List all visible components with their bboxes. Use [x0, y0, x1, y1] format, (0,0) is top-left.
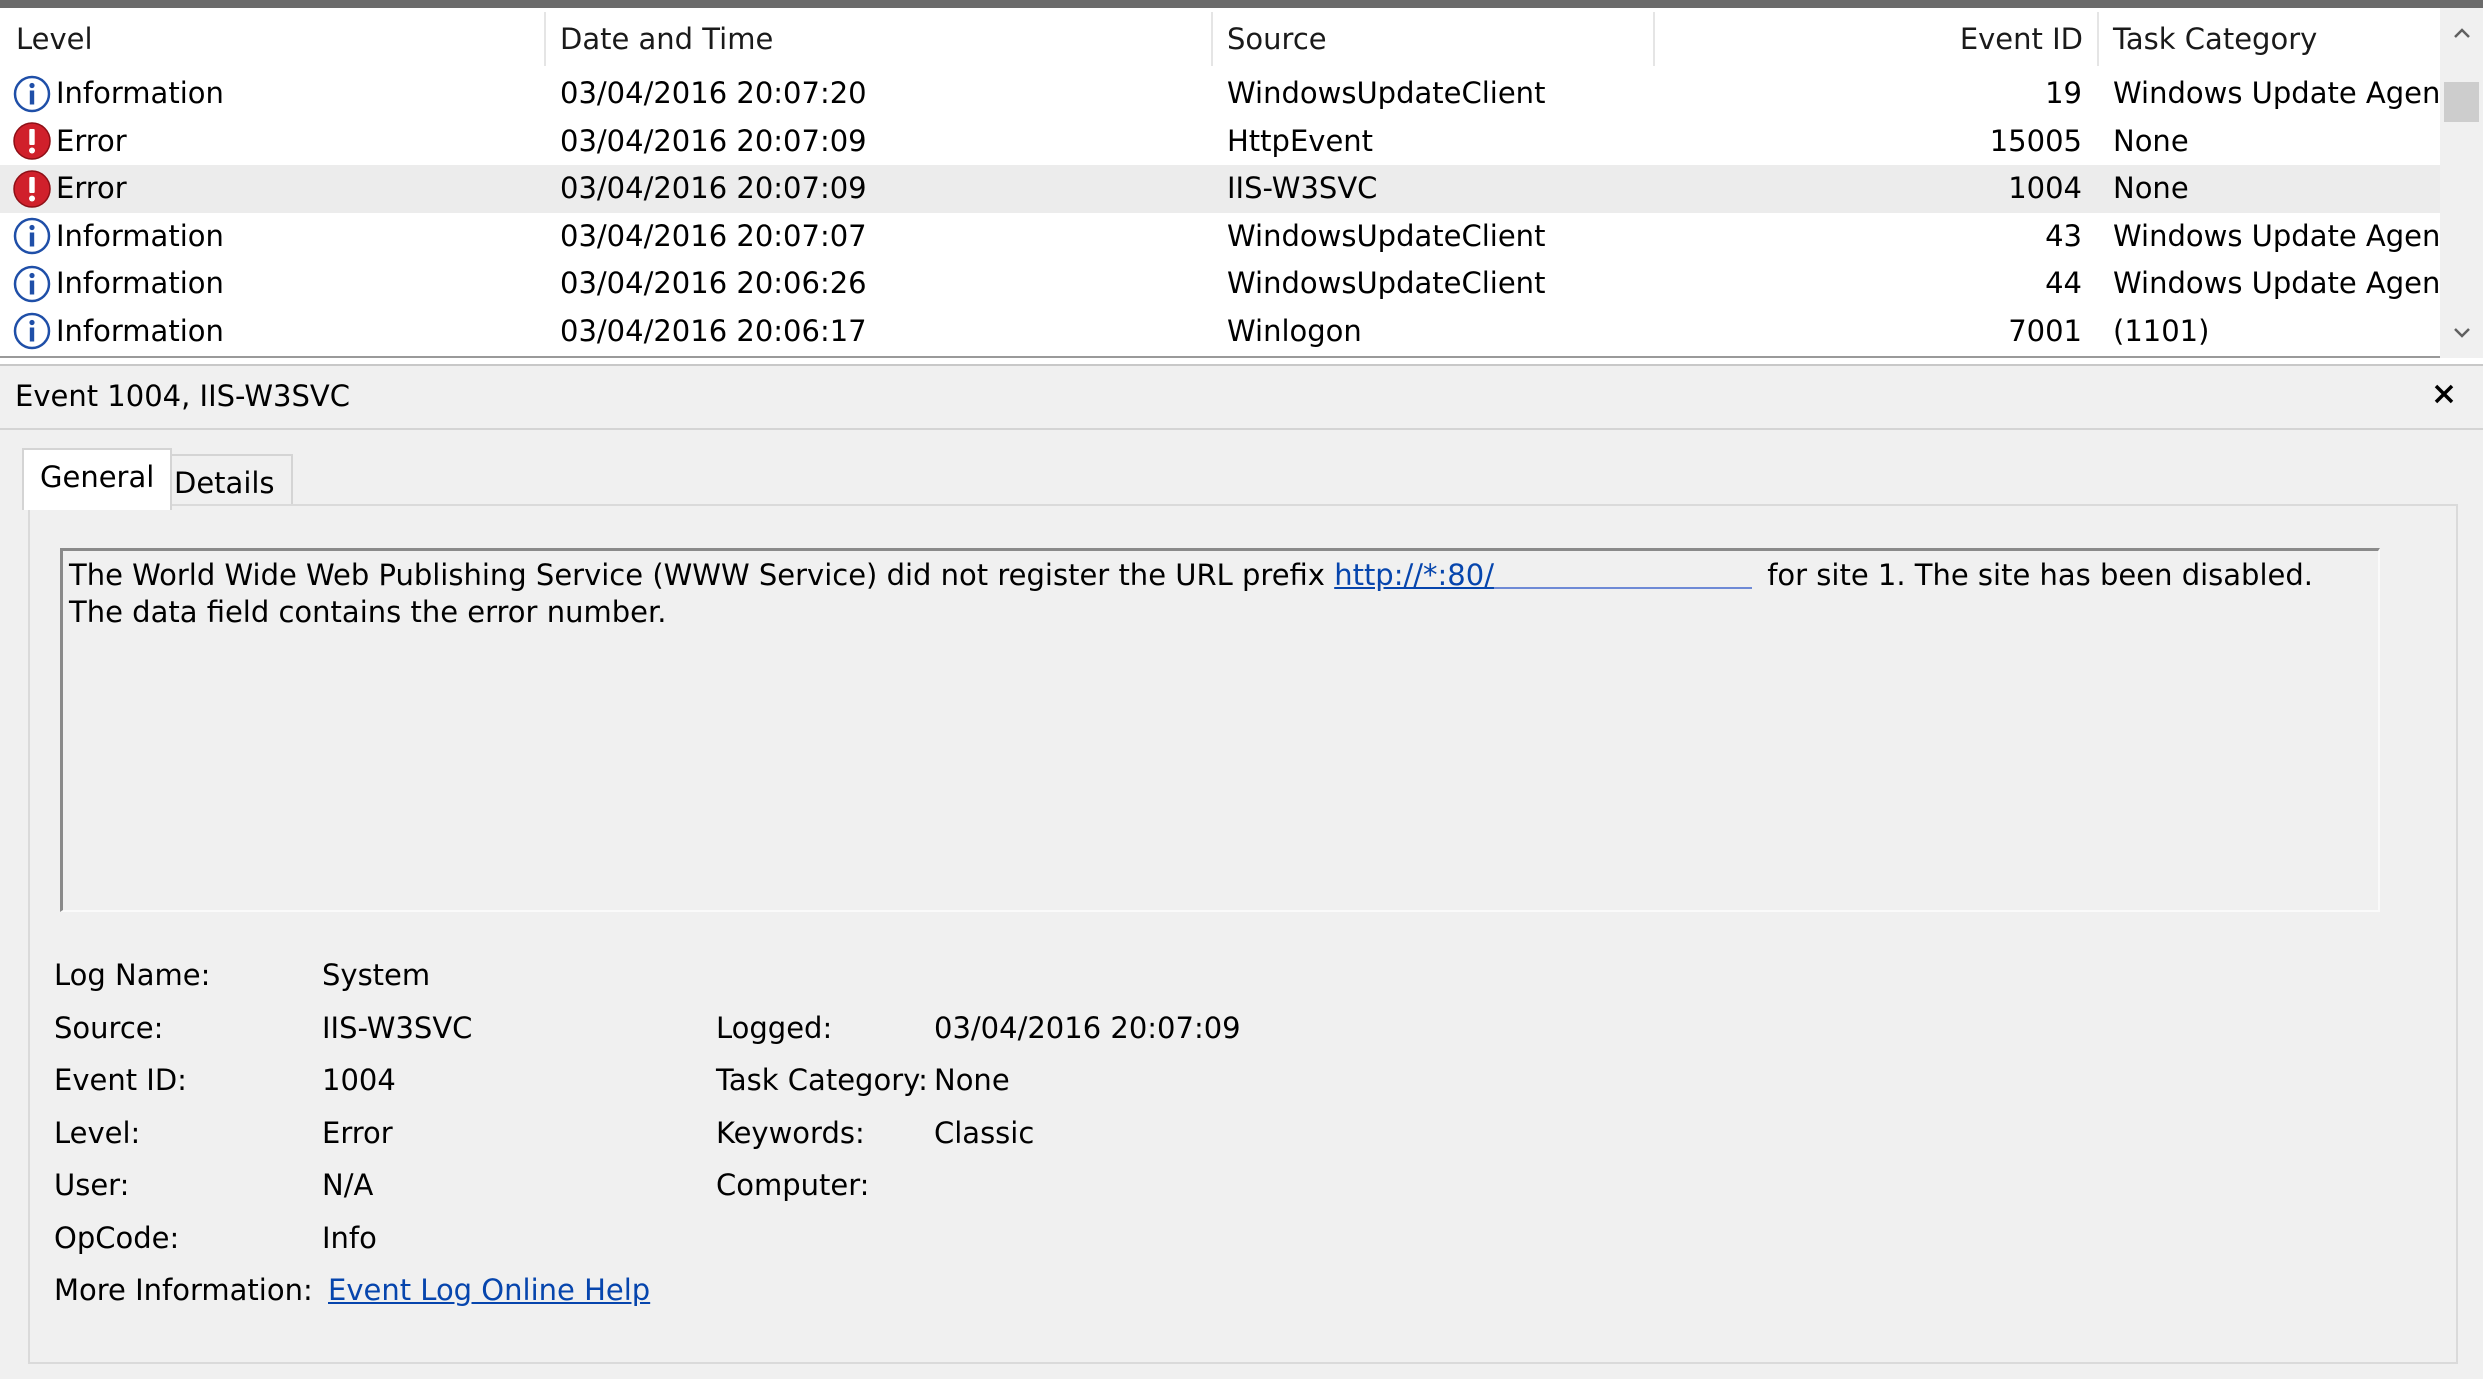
column-header-event-id[interactable]: Event ID [1653, 8, 2083, 70]
event-rows: Information 03/04/2016 20:07:20 WindowsUpd… [0, 70, 2443, 358]
date-time-cell: 03/04/2016 20:07:09 [560, 123, 867, 158]
task-category-cell: Windows Update Agent [2113, 218, 2443, 253]
close-icon[interactable] [2422, 372, 2466, 416]
event-message-box[interactable]: The World Wide Web Publishing Service (W… [60, 548, 2380, 912]
log-name-label: Log Name: [54, 958, 211, 992]
url-prefix-link[interactable]: http://*:80/ [1334, 558, 1494, 592]
logged-value: 03/04/2016 20:07:09 [934, 1011, 1241, 1045]
task-category-cell: None [2113, 123, 2189, 158]
column-header-row: Level Date and Time Source Event ID Task… [0, 8, 2440, 70]
source-cell: WindowsUpdateClient [1227, 218, 1546, 253]
level-label: Level: [54, 1116, 141, 1150]
table-row[interactable]: Error 03/04/2016 20:07:09 HttpEvent 15005 No… [0, 118, 2440, 166]
level-text: Error [56, 123, 127, 158]
computer-label: Computer: [716, 1168, 870, 1202]
title-divider [0, 428, 2483, 430]
column-header-level[interactable]: Level [0, 8, 93, 70]
information-icon [12, 311, 52, 351]
scrollbar-thumb[interactable] [2444, 82, 2479, 122]
date-time-cell: 03/04/2016 20:06:17 [560, 313, 867, 348]
date-time-cell: 03/04/2016 20:06:26 [560, 266, 867, 300]
source-cell: IIS-W3SVC [1227, 171, 1378, 205]
event-list-scrollbar[interactable] [2440, 8, 2483, 358]
level-text: Information [56, 313, 224, 348]
tab-general[interactable]: General [22, 448, 173, 510]
date-time-cell: 03/04/2016 20:07:20 [560, 76, 867, 110]
error-icon [12, 121, 52, 161]
keywords-label: Keywords: [716, 1116, 865, 1150]
task-category-value: None [934, 1063, 1010, 1097]
event-id-cell: 15005 [1989, 123, 2082, 158]
user-value: N/A [322, 1168, 374, 1202]
source-cell: WindowsUpdateClient [1227, 76, 1546, 110]
event-details-title: Event 1004, IIS-W3SVC [15, 379, 350, 413]
level-cell: Information [12, 308, 532, 356]
table-row[interactable]: Information 03/04/2016 20:06:26 WindowsUpd… [0, 260, 2443, 308]
scroll-up-arrow-icon[interactable] [2440, 14, 2483, 52]
general-tab-panel: The World Wide Web Publishing Service (W… [28, 504, 2458, 1364]
level-text: Information [56, 218, 224, 253]
source-cell: WindowsUpdateClient [1227, 266, 1546, 300]
scroll-down-arrow-icon[interactable] [2440, 314, 2483, 352]
level-cell: Error [12, 165, 532, 213]
keywords-value: Classic [934, 1116, 1035, 1150]
event-id-cell: 7001 [2008, 313, 2082, 348]
event-id-label: Event ID: [54, 1063, 187, 1097]
event-id-cell: 44 [2045, 266, 2082, 300]
user-label: User: [54, 1168, 130, 1202]
log-name-value: System [322, 958, 431, 992]
event-details-pane: Event 1004, IIS-W3SVC General Details Th… [0, 364, 2483, 1379]
information-icon [12, 264, 52, 304]
error-icon [12, 169, 52, 209]
date-time-cell: 03/04/2016 20:07:07 [560, 218, 867, 253]
column-header-source[interactable]: Source [1211, 8, 1327, 70]
redacted-url-part [1493, 561, 1752, 589]
level-cell: Information [12, 213, 532, 261]
information-icon [12, 74, 52, 114]
task-category-label: Task Category: [716, 1063, 928, 1097]
level-text: Information [56, 266, 224, 300]
column-header-date-time[interactable]: Date and Time [544, 8, 773, 70]
column-header-task-category[interactable]: Task Category [2097, 8, 2317, 70]
event-id-cell: 43 [2045, 218, 2082, 253]
table-row[interactable]: Information 03/04/2016 20:06:17 Winlogon 70… [0, 308, 2440, 356]
information-icon [12, 216, 52, 256]
source-label: Source: [54, 1011, 164, 1045]
table-row[interactable]: Information 03/04/2016 20:07:07 WindowsUpd… [0, 213, 2443, 261]
level-cell: Information [12, 260, 532, 308]
opcode-label: OpCode: [54, 1221, 180, 1255]
table-row[interactable]: Error 03/04/2016 20:07:09 IIS-W3SVC 1004 Non… [0, 165, 2440, 213]
task-category-cell: (1101) [2113, 313, 2210, 348]
task-category-cell: Windows Update Agent [2113, 76, 2443, 110]
event-id-cell: 1004 [2008, 171, 2082, 205]
event-id-value: 1004 [322, 1063, 396, 1097]
event-list[interactable]: Level Date and Time Source Event ID Task… [0, 8, 2483, 358]
task-category-cell: None [2113, 171, 2189, 205]
event-log-online-help-link-text[interactable]: Event Log Online Help [328, 1273, 650, 1307]
date-time-cell: 03/04/2016 20:07:09 [560, 171, 867, 205]
task-category-cell: Windows Update Agent [2113, 266, 2443, 300]
level-cell: Error [12, 118, 532, 166]
level-value: Error [322, 1116, 393, 1150]
level-cell: Information [12, 70, 532, 118]
level-text: Error [56, 171, 127, 205]
more-information-label: More Information: [54, 1273, 313, 1307]
window-top-border [0, 0, 2483, 8]
tab-details[interactable]: Details [156, 454, 293, 510]
level-text: Information [56, 76, 224, 110]
event-log-online-help-link[interactable]: Event Log Online Help [328, 1273, 650, 1307]
logged-label: Logged: [716, 1011, 833, 1045]
table-row[interactable]: Information 03/04/2016 20:07:20 WindowsUpd… [0, 70, 2443, 118]
opcode-value: Info [322, 1221, 377, 1255]
source-cell: Winlogon [1227, 313, 1362, 348]
source-value: IIS-W3SVC [322, 1011, 473, 1045]
event-message-text: The World Wide Web Publishing Service (W… [69, 558, 1335, 592]
event-id-cell: 19 [2045, 76, 2082, 110]
source-cell: HttpEvent [1227, 123, 1374, 158]
